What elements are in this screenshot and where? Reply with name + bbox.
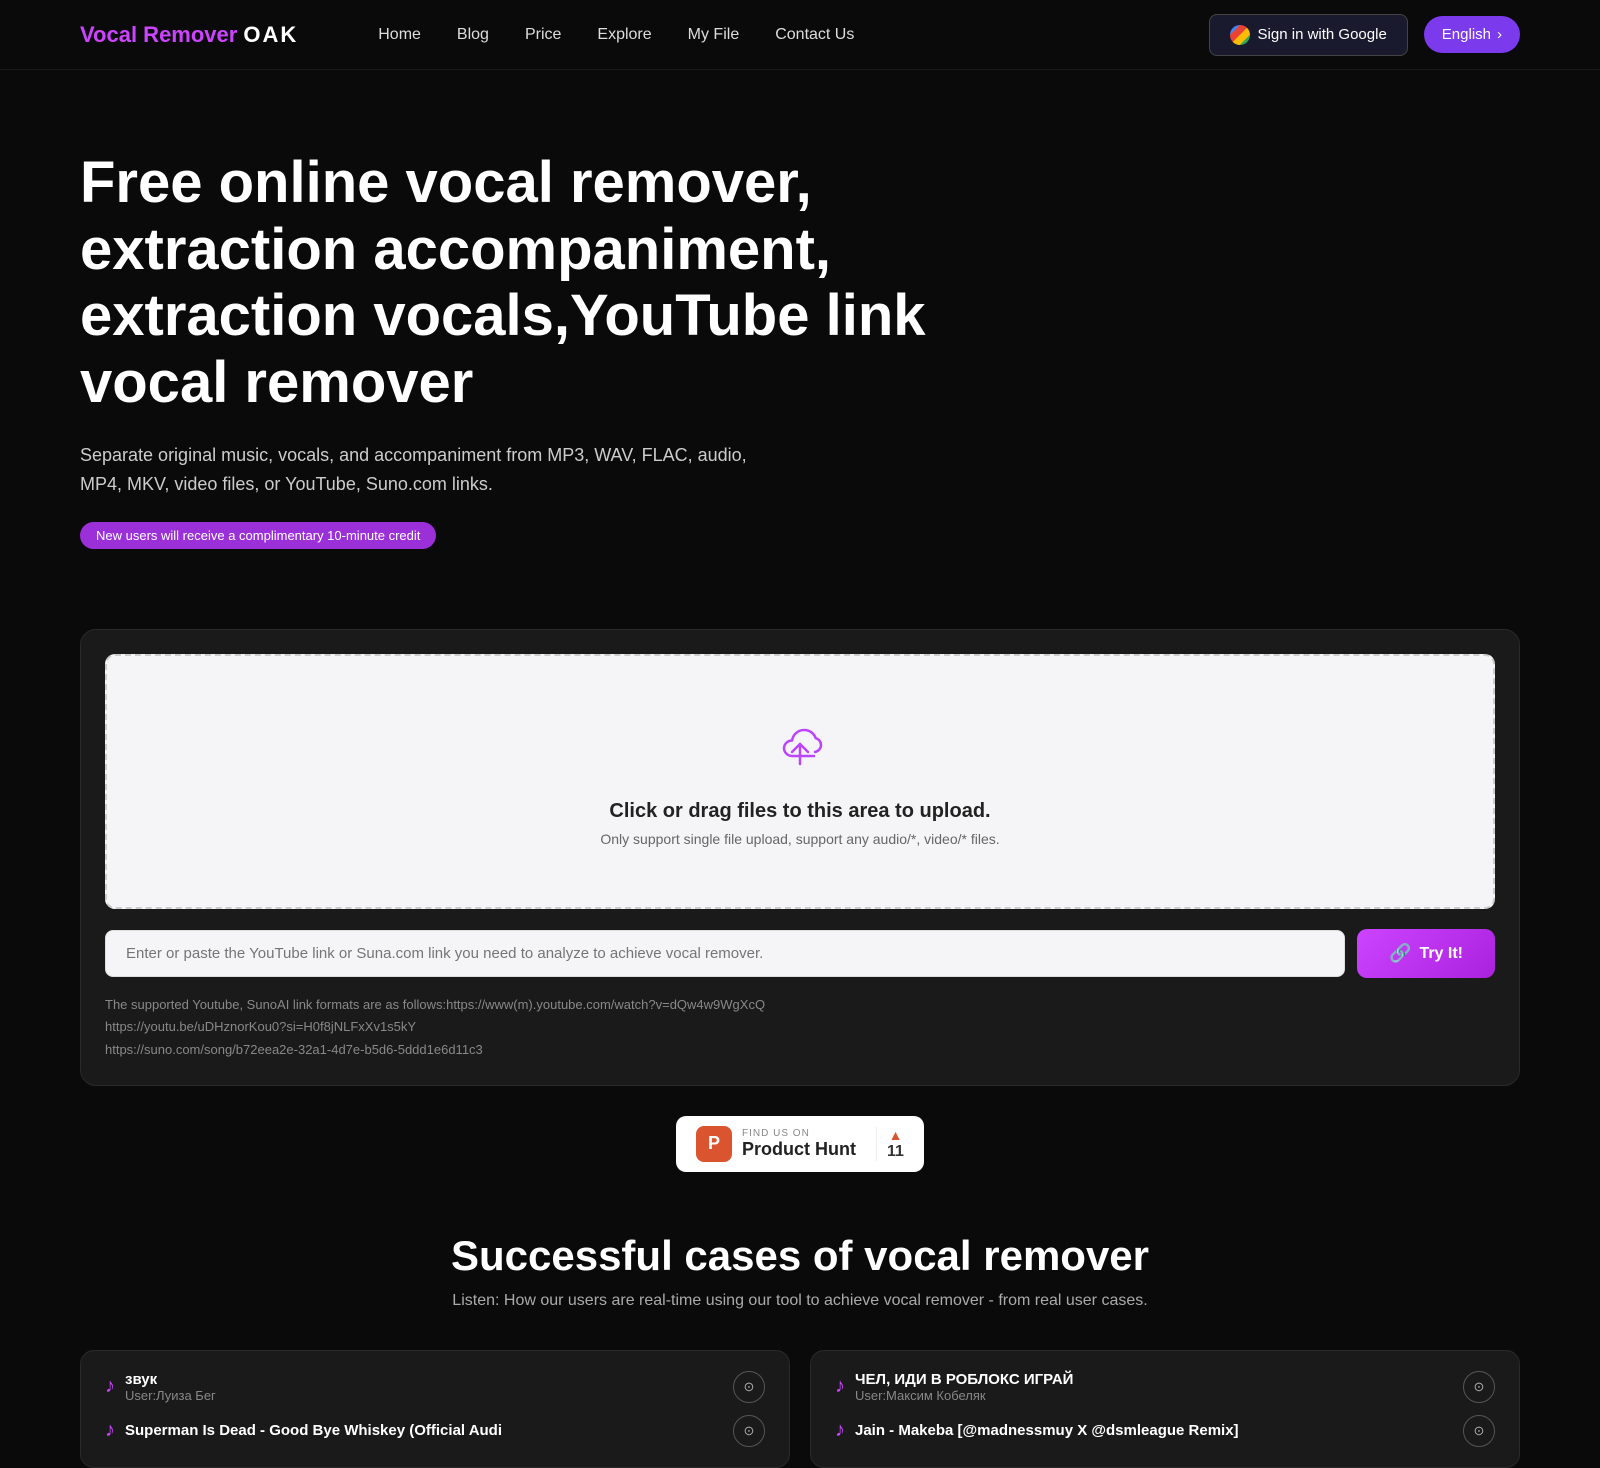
music-icon-2: ♪ bbox=[835, 1375, 845, 1398]
logo-oak-text: OAK bbox=[243, 22, 298, 48]
nav-explore[interactable]: Explore bbox=[597, 26, 651, 44]
music-icon-1b: ♪ bbox=[105, 1419, 115, 1442]
product-hunt-logo: P bbox=[696, 1126, 732, 1162]
product-hunt-badge[interactable]: P FIND US ON Product Hunt ▲ 11 bbox=[676, 1116, 924, 1172]
upload-dropzone[interactable]: Click or drag files to this area to uplo… bbox=[105, 654, 1495, 909]
case-card-2: ♪ ЧЕЛ, ИДИ В РОБЛОКС ИГРАЙ User:Максим К… bbox=[810, 1350, 1520, 1468]
product-hunt-name: Product Hunt bbox=[742, 1139, 856, 1160]
track-row-1: ♪ звук User:Луиза Бег ⊙ bbox=[105, 1371, 765, 1403]
nav-contact-us[interactable]: Contact Us bbox=[775, 26, 854, 44]
logo-vocal-text: Vocal Remover bbox=[80, 22, 237, 48]
track-details-1: звук User:Луиза Бег bbox=[125, 1371, 216, 1403]
cases-grid: ♪ звук User:Луиза Бег ⊙ ♪ Superman Is De… bbox=[0, 1350, 1600, 1468]
url-hint: The supported Youtube, SunoAI link forma… bbox=[105, 994, 1495, 1060]
try-it-label: Try It! bbox=[1419, 945, 1463, 963]
track-info-2: ♪ ЧЕЛ, ИДИ В РОБЛОКС ИГРАЙ User:Максим К… bbox=[835, 1371, 1073, 1403]
url-hint-line1: The supported Youtube, SunoAI link forma… bbox=[105, 994, 1495, 1016]
product-hunt-text: FIND US ON Product Hunt bbox=[742, 1128, 856, 1160]
product-hunt-number: 11 bbox=[887, 1143, 904, 1161]
hero-headline: Free online vocal remover, extraction ac… bbox=[80, 150, 1020, 417]
track-row-2: ♪ ЧЕЛ, ИДИ В РОБЛОКС ИГРАЙ User:Максим К… bbox=[835, 1371, 1495, 1403]
new-user-badge: New users will receive a complimentary 1… bbox=[80, 522, 436, 549]
main-header: Vocal Remover OAK Home Blog Price Explor… bbox=[0, 0, 1600, 70]
track-info-2b: ♪ Jain - Makeba [@madnessmuy X @dsmleagu… bbox=[835, 1419, 1239, 1442]
google-icon bbox=[1230, 25, 1250, 45]
url-hint-line2: https://youtu.be/uDHznorKou0?si=H0f8jNLF… bbox=[105, 1016, 1495, 1038]
track-details-2b: Jain - Makeba [@madnessmuy X @dsmleague … bbox=[855, 1422, 1239, 1439]
product-hunt-find-us: FIND US ON bbox=[742, 1128, 856, 1139]
url-input[interactable] bbox=[105, 930, 1345, 977]
sign-in-google-button[interactable]: Sign in with Google bbox=[1209, 14, 1408, 56]
language-button[interactable]: English › bbox=[1424, 16, 1520, 53]
hero-section: Free online vocal remover, extraction ac… bbox=[0, 70, 1100, 629]
url-hint-line3: https://suno.com/song/b72eea2e-32a1-4d7e… bbox=[105, 1039, 1495, 1061]
upvote-icon: ▲ bbox=[889, 1127, 903, 1143]
track-details-1b: Superman Is Dead - Good Bye Whiskey (Off… bbox=[125, 1422, 502, 1439]
link-icon: 🔗 bbox=[1389, 943, 1411, 964]
nav-my-file[interactable]: My File bbox=[688, 26, 740, 44]
play-button-1b[interactable]: ⊙ bbox=[733, 1415, 765, 1447]
track-row2-1: ♪ Superman Is Dead - Good Bye Whiskey (O… bbox=[105, 1415, 765, 1447]
track-name-1: звук bbox=[125, 1371, 216, 1388]
chevron-right-icon: › bbox=[1497, 26, 1502, 43]
try-it-button[interactable]: 🔗 Try It! bbox=[1357, 929, 1495, 978]
cases-subtitle: Listen: How our users are real-time usin… bbox=[80, 1292, 1520, 1310]
track-details-2: ЧЕЛ, ИДИ В РОБЛОКС ИГРАЙ User:Максим Коб… bbox=[855, 1371, 1073, 1403]
dropzone-title: Click or drag files to this area to uplo… bbox=[609, 800, 990, 823]
cases-title: Successful cases of vocal remover bbox=[80, 1232, 1520, 1280]
music-icon-2b: ♪ bbox=[835, 1419, 845, 1442]
sign-in-google-label: Sign in with Google bbox=[1258, 26, 1387, 43]
track-name-1b: Superman Is Dead - Good Bye Whiskey (Off… bbox=[125, 1422, 502, 1439]
track-info-1b: ♪ Superman Is Dead - Good Bye Whiskey (O… bbox=[105, 1419, 502, 1442]
nav-blog[interactable]: Blog bbox=[457, 26, 489, 44]
play-button-1[interactable]: ⊙ bbox=[733, 1371, 765, 1403]
cases-section: Successful cases of vocal remover Listen… bbox=[0, 1232, 1600, 1310]
language-label: English bbox=[1442, 26, 1491, 43]
upload-section: Click or drag files to this area to uplo… bbox=[80, 629, 1520, 1085]
url-input-row: 🔗 Try It! bbox=[105, 929, 1495, 978]
play-button-2[interactable]: ⊙ bbox=[1463, 1371, 1495, 1403]
upload-cloud-icon bbox=[770, 716, 830, 784]
case-card-1: ♪ звук User:Луиза Бег ⊙ ♪ Superman Is De… bbox=[80, 1350, 790, 1468]
play-button-2b[interactable]: ⊙ bbox=[1463, 1415, 1495, 1447]
product-hunt-count: ▲ 11 bbox=[876, 1127, 904, 1161]
nav-price[interactable]: Price bbox=[525, 26, 561, 44]
track-info-1: ♪ звук User:Луиза Бег bbox=[105, 1371, 216, 1403]
dropzone-subtitle: Only support single file upload, support… bbox=[600, 831, 999, 847]
track-user-1: User:Луиза Бег bbox=[125, 1388, 216, 1403]
product-hunt-section: P FIND US ON Product Hunt ▲ 11 bbox=[0, 1116, 1600, 1172]
track-name-2: ЧЕЛ, ИДИ В РОБЛОКС ИГРАЙ bbox=[855, 1371, 1073, 1388]
nav-home[interactable]: Home bbox=[378, 26, 421, 44]
logo[interactable]: Vocal Remover OAK bbox=[80, 22, 298, 48]
music-icon-1: ♪ bbox=[105, 1375, 115, 1398]
track-row2-2: ♪ Jain - Makeba [@madnessmuy X @dsmleagu… bbox=[835, 1415, 1495, 1447]
main-nav: Home Blog Price Explore My File Contact … bbox=[378, 26, 1168, 44]
track-user-2: User:Максим Кобеляк bbox=[855, 1388, 1073, 1403]
track-name-2b: Jain - Makeba [@madnessmuy X @dsmleague … bbox=[855, 1422, 1239, 1439]
header-right: Sign in with Google English › bbox=[1209, 14, 1520, 56]
hero-subtext: Separate original music, vocals, and acc… bbox=[80, 441, 780, 499]
